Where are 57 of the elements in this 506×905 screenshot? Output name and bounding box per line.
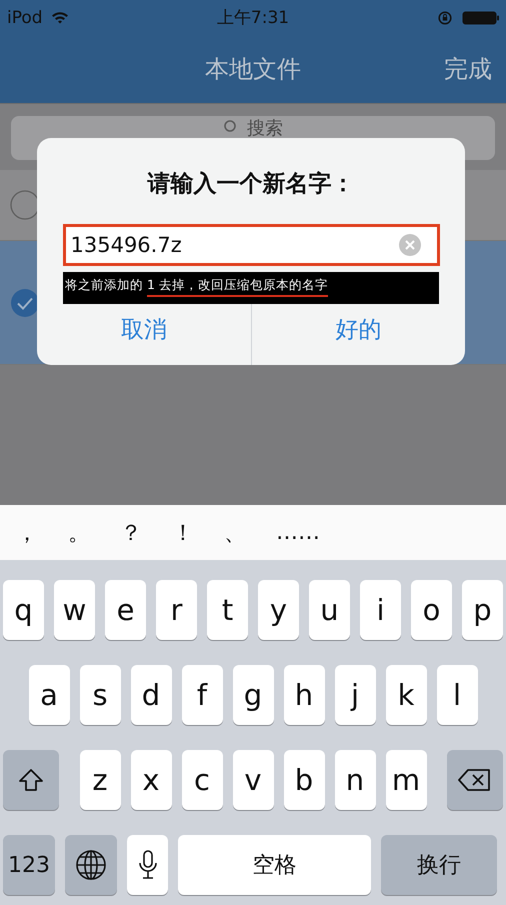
globe-key[interactable] (65, 835, 117, 895)
letter-key[interactable]: n (334, 750, 376, 810)
globe-icon (75, 849, 107, 881)
return-key[interactable]: 换行 (381, 835, 497, 895)
letter-key[interactable]: u (309, 580, 350, 640)
letter-key[interactable]: y (258, 580, 299, 640)
letter-key[interactable]: e (105, 580, 146, 640)
suggestion-key[interactable]: …… (268, 520, 342, 545)
dialog-title: 请输入一个新名字： (148, 170, 354, 199)
battery-icon (462, 10, 500, 24)
backspace-icon (458, 768, 492, 792)
letter-key[interactable]: h (284, 665, 324, 725)
microphone-key[interactable] (127, 835, 168, 895)
letter-key[interactable]: i (360, 580, 401, 640)
checkmark-icon (10, 288, 40, 318)
letter-key[interactable]: k (386, 665, 426, 725)
dialog-button[interactable]: 取消 (37, 304, 250, 365)
shift-key[interactable] (3, 750, 59, 810)
done-button[interactable]: 完成 (444, 53, 492, 85)
letter-key[interactable]: j (334, 665, 376, 725)
letter-key[interactable]: p (462, 580, 503, 640)
letter-key[interactable]: g (232, 665, 274, 725)
letter-key[interactable]: f (182, 665, 222, 725)
letter-key[interactable]: q (3, 580, 44, 640)
letter-key[interactable]: l (436, 665, 478, 725)
number-key[interactable]: 123 (3, 835, 55, 895)
dialog-button[interactable]: 好的 (250, 304, 465, 365)
letter-key[interactable]: x (130, 750, 172, 810)
rotation-lock-icon (438, 10, 452, 24)
letter-key[interactable]: z (80, 750, 120, 810)
microphone-icon (138, 849, 158, 881)
letter-key[interactable]: w (54, 580, 95, 640)
letter-key[interactable]: b (284, 750, 324, 810)
letter-key[interactable]: m (386, 750, 426, 810)
suggestion-key[interactable]: ！ (164, 518, 216, 548)
wifi-icon (50, 11, 69, 24)
caption-text: 将之前添加的 1 去掉，改回压缩包原本的名字 (65, 277, 328, 294)
letter-key[interactable]: s (80, 665, 120, 725)
letter-key[interactable]: r (156, 580, 197, 640)
letter-key[interactable]: t (207, 580, 248, 640)
letter-key[interactable]: o (411, 580, 452, 640)
letter-key[interactable]: v (232, 750, 274, 810)
status-time: 上午7:31 (216, 7, 290, 29)
search-icon (223, 119, 239, 135)
suggestion-key[interactable]: 、 (216, 518, 268, 548)
suggestion-key[interactable]: ， (8, 518, 60, 548)
letter-key[interactable]: c (182, 750, 222, 810)
space-key[interactable]: 空格 (178, 835, 371, 895)
letter-key[interactable]: a (28, 665, 70, 725)
delete-key[interactable] (447, 750, 503, 810)
nav-title: 本地文件 (205, 54, 301, 85)
name-input-field[interactable]: 135496.7z (62, 224, 440, 266)
shift-icon (18, 768, 44, 792)
letter-key[interactable]: d (130, 665, 172, 725)
carrier-label: iPod (7, 8, 43, 28)
suggestion-key[interactable]: ？ (112, 518, 164, 548)
suggestion-key[interactable]: 。 (60, 518, 112, 548)
